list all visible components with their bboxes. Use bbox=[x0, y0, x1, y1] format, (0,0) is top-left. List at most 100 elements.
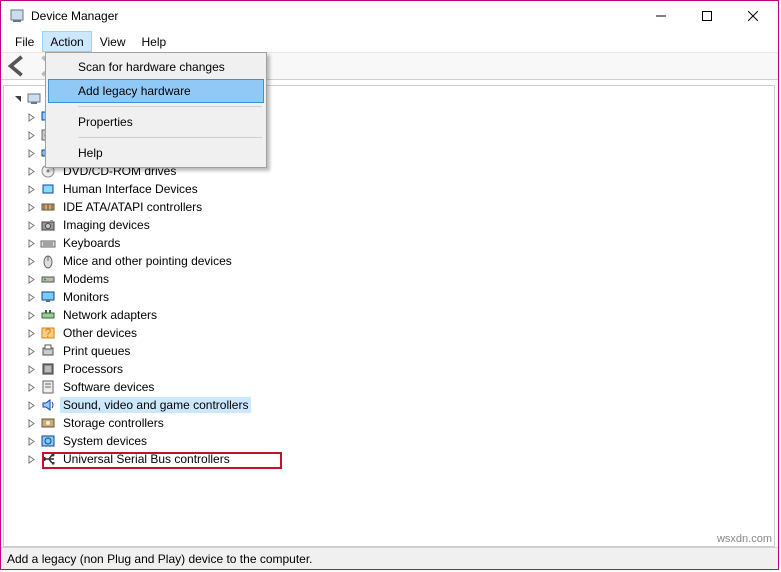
menu-bar: File Action View Help bbox=[1, 31, 778, 52]
menu-action[interactable]: Action bbox=[42, 31, 91, 52]
expand-icon[interactable] bbox=[24, 452, 38, 466]
window-frame: Device Manager File Action View Help Sca… bbox=[0, 0, 779, 570]
menu-help[interactable]: Help bbox=[134, 31, 175, 52]
device-category-icon bbox=[40, 253, 56, 269]
device-category-icon bbox=[40, 343, 56, 359]
app-icon bbox=[9, 8, 25, 24]
device-category-icon bbox=[40, 307, 56, 323]
tree-item-label: IDE ATA/ATAPI controllers bbox=[60, 199, 205, 215]
status-bar: Add a legacy (non Plug and Play) device … bbox=[1, 547, 778, 569]
expand-icon[interactable] bbox=[24, 362, 38, 376]
menu-properties-label: Properties bbox=[78, 115, 133, 129]
expand-icon[interactable] bbox=[24, 380, 38, 394]
tree-item[interactable]: Mice and other pointing devices bbox=[24, 252, 772, 270]
tree-item-label: Keyboards bbox=[60, 235, 123, 251]
tree-item[interactable]: IDE ATA/ATAPI controllers bbox=[24, 198, 772, 216]
menu-separator bbox=[78, 106, 262, 107]
tree-item[interactable]: System devices bbox=[24, 432, 772, 450]
expand-icon[interactable] bbox=[24, 164, 38, 178]
expand-icon[interactable] bbox=[24, 146, 38, 160]
device-category-icon bbox=[40, 271, 56, 287]
menu-view-label: View bbox=[100, 35, 126, 49]
menu-separator bbox=[78, 137, 262, 138]
menu-action-label: Action bbox=[50, 35, 83, 49]
tree-item[interactable]: ? Other devices bbox=[24, 324, 772, 342]
menu-properties[interactable]: Properties bbox=[48, 110, 264, 134]
tree-item-label: Mice and other pointing devices bbox=[60, 253, 235, 269]
tree-item-label: Human Interface Devices bbox=[60, 181, 201, 197]
tree-item-label: Universal Serial Bus controllers bbox=[60, 451, 233, 467]
collapse-icon[interactable] bbox=[10, 92, 24, 106]
expand-icon[interactable] bbox=[24, 200, 38, 214]
tree-item-label: Modems bbox=[60, 271, 112, 287]
menu-file[interactable]: File bbox=[7, 31, 42, 52]
tree-item[interactable]: Storage controllers bbox=[24, 414, 772, 432]
menu-add-legacy-label: Add legacy hardware bbox=[78, 84, 191, 98]
maximize-button[interactable] bbox=[684, 1, 730, 31]
tree-item[interactable]: Modems bbox=[24, 270, 772, 288]
tree-item-label: Monitors bbox=[60, 289, 112, 305]
device-category-icon bbox=[40, 433, 56, 449]
tree-item[interactable]: Network adapters bbox=[24, 306, 772, 324]
tree-item-label: Storage controllers bbox=[60, 415, 167, 431]
device-category-icon bbox=[40, 217, 56, 233]
watermark: wsxdn.com bbox=[717, 533, 772, 545]
expand-icon[interactable] bbox=[24, 398, 38, 412]
tree-item[interactable]: Sound, video and game controllers bbox=[24, 396, 772, 414]
expand-icon[interactable] bbox=[24, 128, 38, 142]
tree-item[interactable]: Processors bbox=[24, 360, 772, 378]
svg-text:?: ? bbox=[45, 326, 52, 340]
expand-icon[interactable] bbox=[24, 290, 38, 304]
minimize-button[interactable] bbox=[638, 1, 684, 31]
device-category-icon bbox=[40, 361, 56, 377]
expand-icon[interactable] bbox=[24, 326, 38, 340]
tree-item-label: Print queues bbox=[60, 343, 133, 359]
status-text: Add a legacy (non Plug and Play) device … bbox=[7, 552, 313, 566]
device-category-icon bbox=[40, 451, 56, 467]
device-category-icon bbox=[40, 235, 56, 251]
menu-scan-hardware[interactable]: Scan for hardware changes bbox=[48, 55, 264, 79]
tree-item[interactable]: Universal Serial Bus controllers bbox=[24, 450, 772, 468]
menu-add-legacy-hardware[interactable]: Add legacy hardware bbox=[48, 79, 264, 103]
window-controls bbox=[638, 1, 776, 31]
tree-item[interactable]: Monitors bbox=[24, 288, 772, 306]
expand-icon[interactable] bbox=[24, 110, 38, 124]
tree-item-label: System devices bbox=[60, 433, 150, 449]
device-category-icon bbox=[40, 415, 56, 431]
expand-icon[interactable] bbox=[24, 254, 38, 268]
tree-item[interactable]: Human Interface Devices bbox=[24, 180, 772, 198]
back-button[interactable] bbox=[7, 55, 29, 77]
action-dropdown: Scan for hardware changes Add legacy har… bbox=[45, 52, 267, 168]
tree-item[interactable]: Software devices bbox=[24, 378, 772, 396]
close-button[interactable] bbox=[730, 1, 776, 31]
tree-item-label: Processors bbox=[60, 361, 126, 377]
tree-item-label: Imaging devices bbox=[60, 217, 153, 233]
tree-item[interactable]: Imaging devices bbox=[24, 216, 772, 234]
device-category-icon bbox=[40, 379, 56, 395]
expand-icon[interactable] bbox=[24, 218, 38, 232]
device-category-icon bbox=[40, 289, 56, 305]
tree-item-label: Software devices bbox=[60, 379, 157, 395]
tree-item[interactable]: Keyboards bbox=[24, 234, 772, 252]
device-category-icon bbox=[40, 181, 56, 197]
menu-help-item[interactable]: Help bbox=[48, 141, 264, 165]
expand-icon[interactable] bbox=[24, 308, 38, 322]
expand-icon[interactable] bbox=[24, 272, 38, 286]
expand-icon[interactable] bbox=[24, 434, 38, 448]
title-bar: Device Manager bbox=[1, 1, 778, 31]
menu-help-item-label: Help bbox=[78, 146, 103, 160]
expand-icon[interactable] bbox=[24, 344, 38, 358]
window-title: Device Manager bbox=[31, 9, 638, 23]
expand-icon[interactable] bbox=[24, 236, 38, 250]
menu-help-label: Help bbox=[142, 35, 167, 49]
menu-view[interactable]: View bbox=[92, 31, 134, 52]
tree-item[interactable]: Print queues bbox=[24, 342, 772, 360]
tree-item-label: Network adapters bbox=[60, 307, 160, 323]
expand-icon[interactable] bbox=[24, 182, 38, 196]
device-category-icon: ? bbox=[40, 325, 56, 341]
tree-item-label: Sound, video and game controllers bbox=[60, 397, 251, 413]
menu-scan-label: Scan for hardware changes bbox=[78, 60, 225, 74]
tree-item-label: Other devices bbox=[60, 325, 140, 341]
device-category-icon bbox=[40, 199, 56, 215]
expand-icon[interactable] bbox=[24, 416, 38, 430]
